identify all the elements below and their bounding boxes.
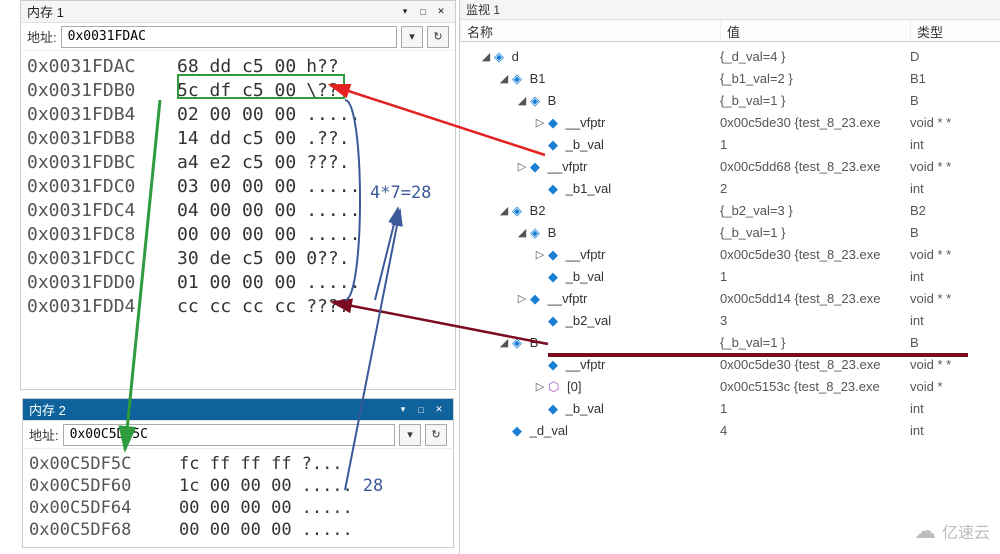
watch-row[interactable]: ▷⬡ [0] 0x00c5153c {test_8_23.exe void * bbox=[460, 376, 1000, 398]
memory-1-titlebar[interactable]: 内存 1 ▾ □ ✕ bbox=[21, 1, 455, 23]
formula-annotation: 4*7=28 bbox=[370, 183, 431, 203]
watch-row[interactable]: ▷◆ __vfptr 0x00c5de30 {test_8_23.exe voi… bbox=[460, 244, 1000, 266]
close-icon[interactable]: ✕ bbox=[433, 5, 449, 19]
watch-row[interactable]: ◢◈ B1 {_b1_val=2 } B1 bbox=[460, 68, 1000, 90]
dropdown-icon[interactable]: ▾ bbox=[401, 26, 423, 48]
memory-2-body: 0x00C5DF5Cfc ff ff ff?...0x00C5DF601c 00… bbox=[23, 449, 453, 549]
memory-2-titlebar[interactable]: 内存 2 ▾ □ ✕ bbox=[23, 399, 453, 421]
close-icon[interactable]: ✕ bbox=[431, 403, 447, 417]
memory-2-title: 内存 2 bbox=[29, 400, 66, 419]
memory-1-title: 内存 1 bbox=[27, 2, 64, 21]
col-value[interactable]: 值 bbox=[720, 20, 910, 43]
memory-row[interactable]: 0x0031FDD4cc cc cc cc???? bbox=[27, 295, 449, 319]
watch-row[interactable]: ◆ _b_val 1 int bbox=[460, 398, 1000, 420]
watch-row[interactable]: ◆ _b2_val 3 int bbox=[460, 310, 1000, 332]
memory-2-addressbar: 地址: ▾ ↻ bbox=[23, 421, 453, 449]
memory-1-address-input[interactable] bbox=[61, 26, 397, 48]
col-name[interactable]: 名称 bbox=[460, 20, 720, 43]
watch-row[interactable]: ◆ _b_val 1 int bbox=[460, 134, 1000, 156]
dropdown-icon[interactable]: ▾ bbox=[399, 424, 421, 446]
watch-row[interactable]: ◢◈ d {_d_val=4 } D bbox=[460, 46, 1000, 68]
memory-row[interactable]: 0x0031FDB814 dd c5 00.??. bbox=[27, 127, 449, 151]
refresh-icon[interactable]: ↻ bbox=[427, 26, 449, 48]
memory-row[interactable]: 0x0031FDD001 00 00 00..... bbox=[27, 271, 449, 295]
watch-row[interactable]: ▷◆ __vfptr 0x00c5dd14 {test_8_23.exe voi… bbox=[460, 288, 1000, 310]
watch-title: 监视 1 bbox=[466, 1, 500, 18]
memory-row[interactable]: 0x00C5DF601c 00 00 00.....28 bbox=[29, 475, 447, 497]
maximize-icon[interactable]: □ bbox=[413, 403, 429, 417]
highlight-box bbox=[177, 74, 345, 99]
red-underline bbox=[548, 353, 968, 357]
pin-icon[interactable]: ▾ bbox=[395, 403, 411, 417]
watch-row[interactable]: ▷◆ __vfptr 0x00c5de30 {test_8_23.exe voi… bbox=[460, 112, 1000, 134]
watch-titlebar[interactable]: 监视 1 bbox=[460, 0, 1000, 20]
left-pane: 内存 1 ▾ □ ✕ 地址: ▾ ↻ 0x0031FDAC68 dd c5 00… bbox=[0, 0, 460, 554]
watch-row[interactable]: ◢◈ B2 {_b2_val=3 } B2 bbox=[460, 200, 1000, 222]
address-label: 地址: bbox=[27, 27, 57, 46]
memory-row[interactable]: 0x0031FDC800 00 00 00..... bbox=[27, 223, 449, 247]
address-label: 地址: bbox=[29, 425, 59, 444]
col-type[interactable]: 类型 bbox=[910, 20, 990, 43]
pin-icon[interactable]: ▾ bbox=[397, 5, 413, 19]
watch-row[interactable]: ◆ _b1_val 2 int bbox=[460, 178, 1000, 200]
watermark: ☁ 亿速云 bbox=[914, 518, 990, 544]
watch-panel: 监视 1 名称 值 类型 ◢◈ d {_d_val=4 } D ◢◈ B1 {_… bbox=[460, 0, 1000, 554]
maximize-icon[interactable]: □ bbox=[415, 5, 431, 19]
memory-2-address-input[interactable] bbox=[63, 424, 395, 446]
watch-row[interactable]: ◆ __vfptr 0x00c5de30 {test_8_23.exe void… bbox=[460, 354, 1000, 376]
memory-row[interactable]: 0x00C5DF6400 00 00 00..... bbox=[29, 497, 447, 519]
watch-row[interactable]: ◆ _d_val 4 int bbox=[460, 420, 1000, 442]
watch-headers: 名称 值 类型 bbox=[460, 20, 1000, 42]
watch-row[interactable]: ◢◈ B {_b_val=1 } B bbox=[460, 90, 1000, 112]
refresh-icon[interactable]: ↻ bbox=[425, 424, 447, 446]
watch-body: ◢◈ d {_d_val=4 } D ◢◈ B1 {_b1_val=2 } B1… bbox=[460, 42, 1000, 446]
watch-row[interactable]: ◆ _b_val 1 int bbox=[460, 266, 1000, 288]
memory-2-panel: 内存 2 ▾ □ ✕ 地址: ▾ ↻ 0x00C5DF5Cfc ff ff ff… bbox=[22, 398, 454, 548]
cloud-icon: ☁ bbox=[914, 518, 936, 544]
memory-1-addressbar: 地址: ▾ ↻ bbox=[21, 23, 455, 51]
memory-row[interactable]: 0x0031FDBCa4 e2 c5 00???. bbox=[27, 151, 449, 175]
memory-row[interactable]: 0x0031FDCC30 de c5 000??. bbox=[27, 247, 449, 271]
memory-row[interactable]: 0x00C5DF6800 00 00 00..... bbox=[29, 519, 447, 541]
watch-row[interactable]: ◢◈ B {_b_val=1 } B bbox=[460, 222, 1000, 244]
watch-row[interactable]: ▷◆ __vfptr 0x00c5dd68 {test_8_23.exe voi… bbox=[460, 156, 1000, 178]
memory-row[interactable]: 0x00C5DF5Cfc ff ff ff?... bbox=[29, 453, 447, 475]
watch-row[interactable]: ◢◈ B {_b_val=1 } B bbox=[460, 332, 1000, 354]
memory-row[interactable]: 0x0031FDB402 00 00 00..... bbox=[27, 103, 449, 127]
watermark-text: 亿速云 bbox=[942, 519, 990, 543]
